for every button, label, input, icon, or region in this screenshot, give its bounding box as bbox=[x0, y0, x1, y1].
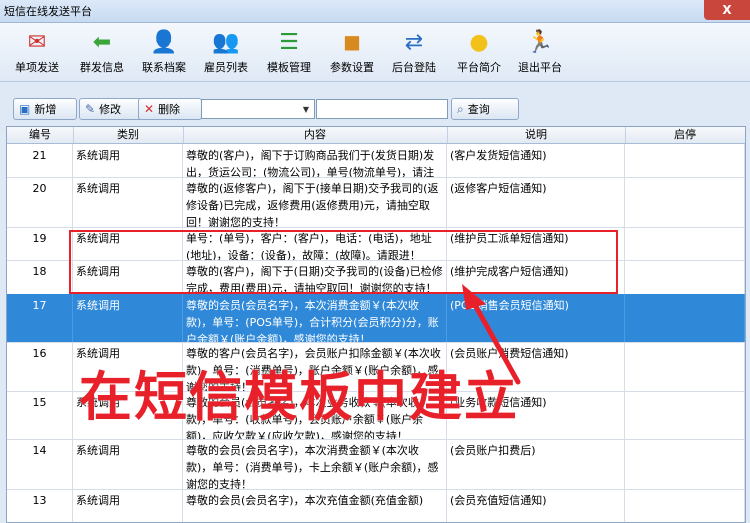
bulb-icon: ● bbox=[469, 29, 489, 55]
table-row[interactable]: 20 系统调用 尊敬的(返修客户)，阁下于(接单日期)交予我司的(返修设备)已完成，… bbox=[7, 177, 745, 228]
list-icon: ☰ bbox=[279, 29, 299, 55]
cell-desc: (客户发货短信通知) bbox=[447, 144, 625, 177]
toolbar-label: 平台简介 bbox=[457, 61, 501, 74]
delete-label: 删除 bbox=[158, 103, 181, 116]
toolbar-button-3[interactable]: 👥 雇员列表 bbox=[199, 27, 253, 79]
toolbar-label: 参数设置 bbox=[330, 61, 374, 74]
toolbar-label: 退出平台 bbox=[518, 61, 562, 74]
query-button[interactable]: ⌕ 查询 bbox=[451, 98, 519, 120]
cell-status bbox=[625, 177, 745, 227]
toolbar-button-5[interactable]: ◼ 参数设置 bbox=[325, 27, 379, 79]
toolbar-button-7[interactable]: ● 平台简介 bbox=[452, 27, 506, 79]
table-row[interactable]: 21 系统调用 尊敬的(客户)，阁下于订购商品我们于(发货日期)发出，货运公司：(物… bbox=[7, 144, 745, 178]
cell-status bbox=[625, 489, 745, 522]
toolbar-label: 后台登陆 bbox=[392, 61, 436, 74]
cell-id: 17 bbox=[7, 294, 73, 342]
cell-status bbox=[625, 294, 745, 342]
toolbar-button-2[interactable]: 👤 联系档案 bbox=[137, 27, 191, 79]
cell-desc: (会员充值短信通知) bbox=[447, 489, 625, 522]
table-header: 编号 类别 内容 说明 启停 bbox=[7, 127, 745, 144]
contact-icon: 👤 bbox=[150, 29, 178, 55]
cell-type: 系统调用 bbox=[73, 294, 183, 342]
cell-id: 18 bbox=[7, 260, 73, 294]
toolbar-button-0[interactable]: ✉ 单项发送 bbox=[10, 27, 64, 79]
annotation-text: 在短信模板中建立 bbox=[79, 367, 519, 428]
toolbar-button-4[interactable]: ☰ 模板管理 bbox=[262, 27, 316, 79]
cell-desc: (返修客户短信通知) bbox=[447, 177, 625, 227]
staff-icon: 👥 bbox=[212, 29, 240, 55]
toolbar-button-6[interactable]: ⇄ 后台登陆 bbox=[387, 27, 441, 79]
cell-desc: (会员账户扣费后) bbox=[447, 439, 625, 489]
cell-content: 尊敬的(客户)，阁下于订购商品我们于(发货日期)发出，货运公司：(物流公司)，单… bbox=[183, 144, 447, 177]
cell-id: 21 bbox=[7, 144, 73, 177]
cell-id: 15 bbox=[7, 391, 73, 439]
toolbar-label: 群发信息 bbox=[80, 61, 124, 74]
header-status[interactable]: 启停 bbox=[625, 127, 745, 143]
arrow-left-icon: ⬅ bbox=[92, 29, 112, 55]
title-bar: 短信在线发送平台 X bbox=[0, 0, 750, 23]
cell-id: 20 bbox=[7, 177, 73, 227]
cell-type: 系统调用 bbox=[73, 439, 183, 489]
edit-button[interactable]: ✎ 修改 bbox=[79, 98, 143, 120]
header-id[interactable]: 编号 bbox=[7, 127, 74, 143]
cell-status bbox=[625, 260, 745, 294]
cell-type: 系统调用 bbox=[73, 177, 183, 227]
cell-content: 尊敬的会员(会员名字)，本次充值金额(充值金额) bbox=[183, 489, 447, 522]
cell-id: 14 bbox=[7, 439, 73, 489]
header-content[interactable]: 内容 bbox=[183, 127, 448, 143]
add-icon: ▣ bbox=[19, 102, 31, 116]
cell-status bbox=[625, 439, 745, 489]
cell-content: 尊敬的会员(会员名字)，本次消费金额￥(本次收款)，单号：(消费单号)，卡上余额… bbox=[183, 439, 447, 489]
cell-id: 19 bbox=[7, 227, 73, 260]
search-icon: ⌕ bbox=[457, 101, 464, 116]
close-button[interactable]: X bbox=[704, 0, 750, 20]
toolbar-button-1[interactable]: ⬅ 群发信息 bbox=[75, 27, 129, 79]
cell-status bbox=[625, 144, 745, 177]
add-button[interactable]: ▣ 新增 bbox=[13, 98, 77, 120]
cell-content: 尊敬的会员(会员名字)，本次消费金额￥(本次收款)，单号：(POS单号)，合计积… bbox=[183, 294, 447, 342]
cell-type: 系统调用 bbox=[73, 144, 183, 177]
cell-id: 16 bbox=[7, 342, 73, 391]
table-row[interactable]: 17 系统调用 尊敬的会员(会员名字)，本次消费金额￥(本次收款)，单号：(POS单… bbox=[7, 294, 745, 343]
envelope-icon: ✉ bbox=[27, 29, 47, 55]
sync-icon: ⇄ bbox=[404, 29, 424, 55]
header-desc[interactable]: 说明 bbox=[447, 127, 626, 143]
cell-id: 13 bbox=[7, 489, 73, 522]
window-title: 短信在线发送平台 bbox=[4, 5, 92, 18]
edit-icon: ✎ bbox=[85, 102, 96, 116]
add-label: 新增 bbox=[34, 103, 57, 116]
cell-status bbox=[625, 391, 745, 439]
header-type[interactable]: 类别 bbox=[73, 127, 184, 143]
table-row[interactable]: 14 系统调用 尊敬的会员(会员名字)，本次消费金额￥(本次收款)，单号：(消费单号… bbox=[7, 439, 745, 490]
cell-type: 系统调用 bbox=[73, 489, 183, 522]
toolbar-label: 单项发送 bbox=[15, 61, 59, 74]
main-toolbar: ✉ 单项发送 ⬅ 群发信息 👤 联系档案 👥 雇员列表 ☰ 模板管理 ◼ 参数设置 ⇄ 后台登陆 ● 平台简介… bbox=[0, 23, 750, 82]
window-controls: X bbox=[704, 0, 750, 20]
toolbar-label: 联系档案 bbox=[142, 61, 186, 74]
table-row[interactable]: 13 系统调用 尊敬的会员(会员名字)，本次充值金额(充值金额) (会员充值短信通知) bbox=[7, 489, 745, 522]
query-label: 查询 bbox=[467, 103, 490, 116]
cell-content: 尊敬的(返修客户)，阁下于(接单日期)交予我司的(返修设备)已完成，返修费用(返… bbox=[183, 177, 447, 227]
cell-status bbox=[625, 227, 745, 260]
exit-icon: 🏃 bbox=[526, 29, 554, 55]
cubes-icon: ◼ bbox=[342, 29, 362, 55]
toolbar-label: 模板管理 bbox=[267, 61, 311, 74]
toolbar-label: 雇员列表 bbox=[204, 61, 248, 74]
template-table: 编号 类别 内容 说明 启停 21 系统调用 尊敬的(客户)，阁下于订购商品我们于(… bbox=[6, 126, 746, 523]
delete-button[interactable]: ✕ 删除 bbox=[138, 98, 202, 120]
category-select[interactable]: ▼ bbox=[201, 99, 315, 119]
chevron-down-icon[interactable]: ▼ bbox=[298, 100, 314, 118]
delete-icon: ✕ bbox=[144, 102, 155, 116]
cell-status bbox=[625, 342, 745, 391]
toolbar-button-8[interactable]: 🏃 退出平台 bbox=[513, 27, 567, 79]
edit-label: 修改 bbox=[99, 103, 122, 116]
search-input[interactable] bbox=[316, 99, 448, 119]
